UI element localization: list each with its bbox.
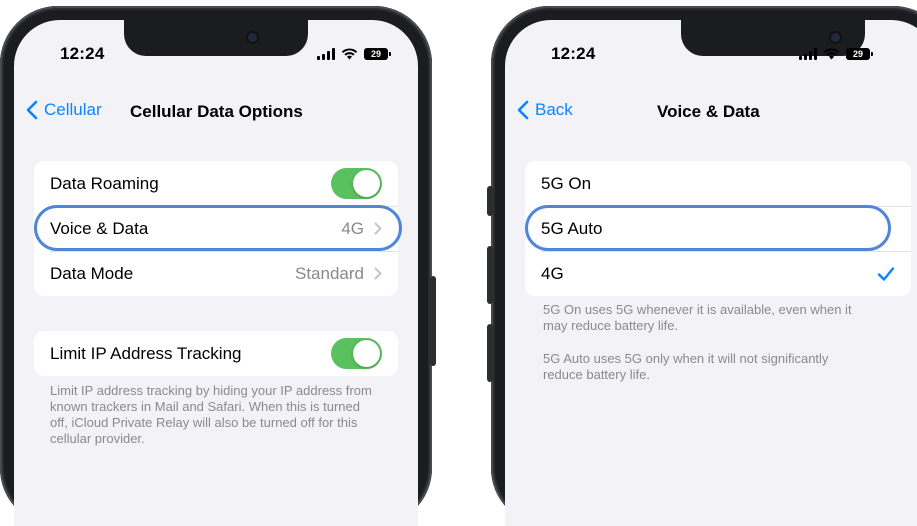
chevron-right-icon bbox=[374, 267, 382, 280]
front-camera bbox=[248, 33, 257, 42]
right-phone: 12:24 29 Back Voice & Data 5G On 5G Auto… bbox=[487, 6, 917, 526]
cellular-signal-icon bbox=[799, 48, 817, 60]
side-button bbox=[430, 276, 436, 366]
nav-bar: Back Voice & Data bbox=[505, 100, 917, 130]
data-roaming-toggle[interactable] bbox=[331, 168, 382, 199]
volume-down-button bbox=[487, 324, 493, 382]
cellular-signal-icon bbox=[317, 48, 335, 60]
front-camera bbox=[831, 33, 840, 42]
chevron-left-icon bbox=[26, 100, 38, 120]
nav-bar: Cellular Cellular Data Options bbox=[14, 100, 418, 130]
voice-data-value: 4G bbox=[341, 218, 364, 238]
option-5g-on-label: 5G On bbox=[541, 173, 592, 193]
battery-icon: 29 bbox=[364, 48, 391, 60]
network-options-group: 5G On 5G Auto 4G bbox=[525, 161, 911, 296]
battery-icon: 29 bbox=[846, 48, 873, 60]
cellular-options-group: Data Roaming Voice & Data 4G Data Mode S… bbox=[34, 161, 398, 296]
option-5g-on[interactable]: 5G On bbox=[525, 161, 911, 206]
5g-on-footnote: 5G On uses 5G whenever it is available, … bbox=[543, 302, 852, 333]
voice-data-label: Voice & Data bbox=[50, 218, 149, 238]
page-title: Cellular Data Options bbox=[130, 102, 303, 121]
limit-ip-tracking-label: Limit IP Address Tracking bbox=[50, 343, 242, 363]
data-mode-label: Data Mode bbox=[50, 263, 134, 283]
data-mode-row[interactable]: Data Mode Standard bbox=[34, 251, 398, 296]
back-label: Back bbox=[535, 100, 573, 119]
back-button[interactable]: Cellular bbox=[26, 100, 102, 120]
ip-tracking-footnote: Limit IP address tracking by hiding your… bbox=[50, 383, 372, 446]
left-screen: 12:24 29 Cellular Cellular Data Options … bbox=[14, 20, 418, 526]
limit-ip-tracking-toggle[interactable] bbox=[331, 338, 382, 369]
status-icons: 29 bbox=[317, 48, 391, 60]
silent-switch bbox=[487, 186, 493, 216]
option-4g-label: 4G bbox=[541, 263, 564, 283]
data-roaming-row: Data Roaming bbox=[34, 161, 398, 206]
checkmark-icon bbox=[877, 266, 895, 281]
option-5g-auto[interactable]: 5G Auto bbox=[525, 206, 911, 251]
limit-ip-tracking-row: Limit IP Address Tracking bbox=[34, 331, 398, 376]
data-roaming-label: Data Roaming bbox=[50, 173, 159, 193]
back-label: Cellular bbox=[44, 100, 102, 119]
wifi-icon bbox=[341, 48, 358, 60]
left-phone: 12:24 29 Cellular Cellular Data Options … bbox=[0, 6, 436, 526]
right-screen: 12:24 29 Back Voice & Data 5G On 5G Auto… bbox=[505, 20, 917, 526]
status-time: 12:24 bbox=[60, 44, 105, 63]
data-mode-value: Standard bbox=[295, 263, 364, 283]
option-5g-auto-label: 5G Auto bbox=[541, 218, 603, 238]
page-title: Voice & Data bbox=[657, 102, 760, 121]
status-time: 12:24 bbox=[551, 44, 596, 63]
status-icons: 29 bbox=[799, 48, 873, 60]
voice-data-row[interactable]: Voice & Data 4G bbox=[34, 206, 398, 251]
wifi-icon bbox=[823, 48, 840, 60]
ip-tracking-group: Limit IP Address Tracking bbox=[34, 331, 398, 376]
notch bbox=[124, 20, 308, 56]
chevron-right-icon bbox=[374, 222, 382, 235]
option-4g[interactable]: 4G bbox=[525, 251, 911, 296]
5g-auto-footnote: 5G Auto uses 5G only when it will not si… bbox=[543, 351, 829, 382]
volume-up-button bbox=[487, 246, 493, 304]
back-button[interactable]: Back bbox=[517, 100, 573, 120]
chevron-left-icon bbox=[517, 100, 529, 120]
